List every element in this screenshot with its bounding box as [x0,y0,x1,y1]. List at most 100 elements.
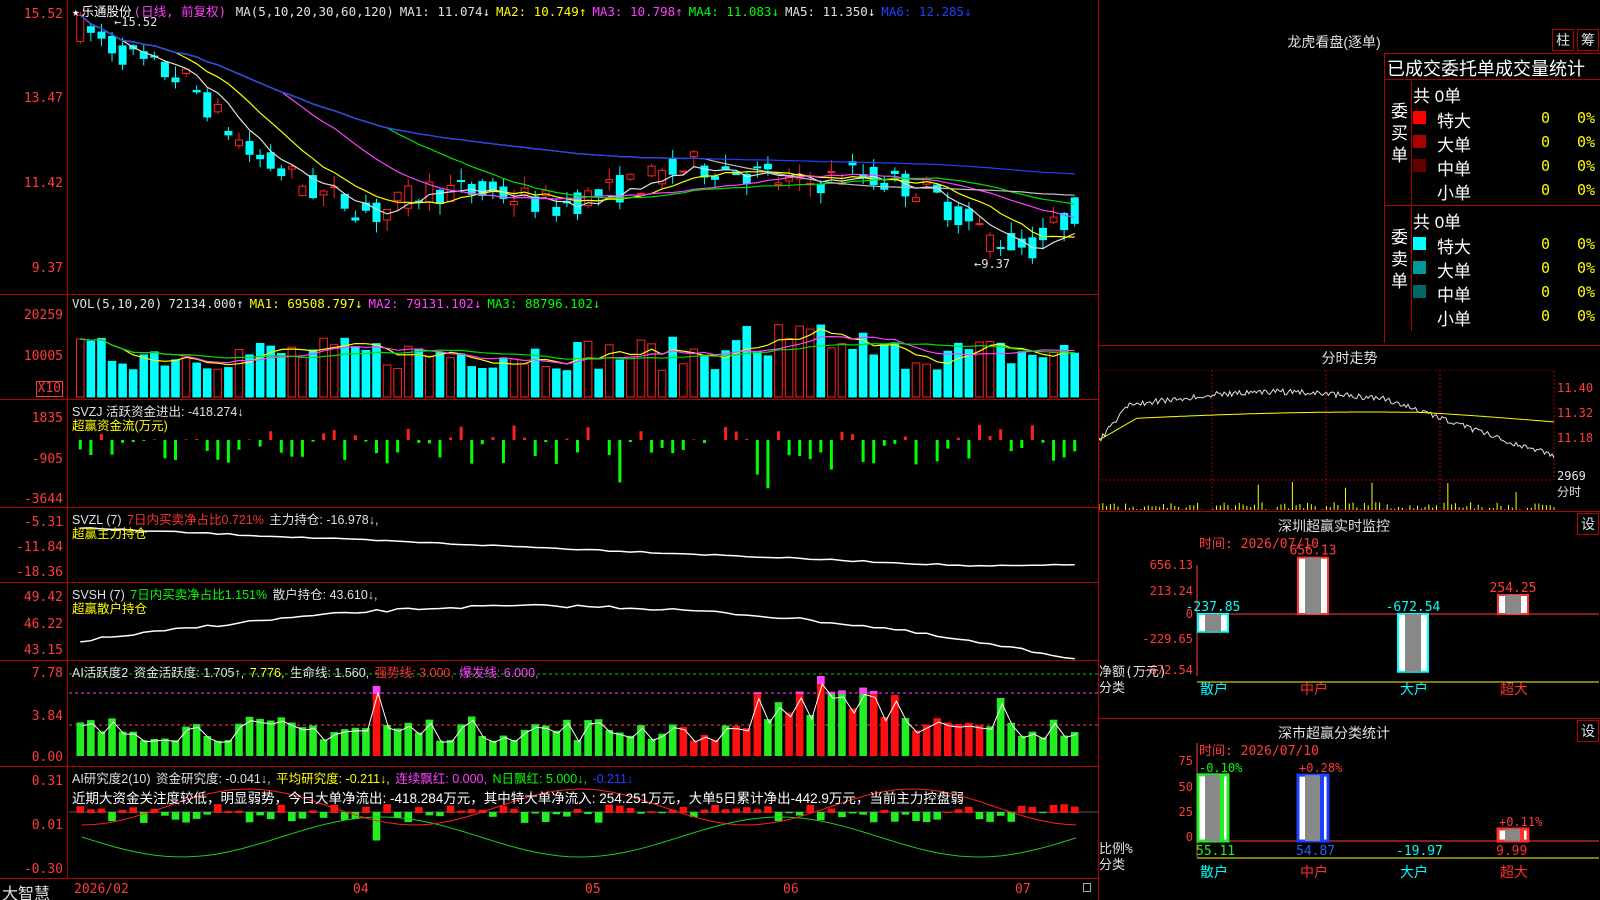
monitor-value: 254.25 [1490,581,1537,596]
candle-body [943,201,952,221]
activity-bar [171,740,180,756]
volume-bar [890,342,900,398]
research-bar [192,812,201,819]
activity-bar [383,724,391,756]
svsh-ratio: 7日内买卖净占比1.151% [130,588,268,602]
research-bar [1049,804,1058,813]
monitor-settings-button[interactable]: 设 [1577,513,1599,535]
price-tick: 9.37 [31,261,63,276]
ai1-legend: AI活跃度2 资金活跃度: 1.705↑, 7.776, 生命线: 1.560,… [72,662,541,681]
order-total: 共 0单 [1413,87,1462,106]
order-volume: 0 [1541,259,1551,277]
volume-bar [97,337,106,398]
candle-body [213,103,222,113]
volume-bar [192,362,201,398]
research-bar [531,812,539,814]
candle-body [383,208,392,221]
activity-bar [986,726,994,756]
volume-bar [657,369,667,398]
activity-bar [742,728,751,756]
candle-body [689,151,698,158]
research-bar [541,812,550,823]
research-bar [298,812,307,819]
volume-bar [837,343,847,398]
ai2-red: 连续飘红: 0.000, [395,772,487,786]
candle-body [256,154,265,160]
period-label[interactable]: (日线, 前复权) [134,4,227,19]
research-bar [182,812,190,823]
ai1-burst: 爆发线: 6.000, [459,666,539,680]
ma-legend-item: MA(5,10,20,30,60,120) [235,4,394,19]
research-bar [933,812,941,820]
volume-bar [361,349,371,398]
activity-bar [594,719,603,756]
activity-bar [711,740,719,756]
ai2-tick: 0.01 [31,818,63,833]
activity-peak [838,690,846,694]
star-icon[interactable]: ★ [72,4,80,19]
activity-bar [732,725,740,756]
volume-bar [107,360,117,398]
candle-body [277,168,286,177]
vol-tick: 10005 [23,349,63,364]
research-bar [362,806,370,813]
svzl-main: 主力持仓: -16.978↓, [269,513,379,527]
research-bar [986,812,994,822]
research-bar [118,809,127,813]
activity-bar [806,714,815,756]
ma-legend-item: MA4: 11.083↓ [688,4,779,19]
volume-bar [160,365,170,398]
volume-bar [911,362,921,398]
order-type: 中单 [1437,286,1471,305]
candle-body [108,35,117,54]
ai1-tick: 3.84 [31,709,63,724]
volume-bar [319,337,328,398]
candle-body [319,190,328,196]
volume-bar [372,343,381,398]
classify-value: 54.87 [1296,844,1335,859]
classify-tick: 25 [1179,805,1193,819]
candle-body [605,179,614,183]
research-bar [795,812,804,816]
volume-bar [827,347,836,398]
research-bar [637,812,645,814]
bar-mode-button[interactable]: 柱 [1552,29,1574,51]
chip-mode-button[interactable]: 筹 [1577,29,1599,51]
research-bar [785,812,793,814]
vol-unit: X10 [35,381,63,397]
candle-body [1049,216,1058,223]
order-percent: 0% [1577,181,1596,199]
volume-bar [234,349,244,398]
volume-bar [118,363,127,398]
low-label: ←9.37 [974,257,1010,271]
research-bar [161,812,169,816]
volume-bar [858,332,868,398]
activity-bar [446,739,455,756]
candle-body [224,130,233,136]
retail-holding-line [80,603,1075,660]
svsh-retail: 散户持仓: 43.610↓, [272,588,378,602]
volume-bar [763,355,773,398]
classify-settings-button[interactable]: 设 [1577,720,1599,742]
price-plot[interactable]: ←15.52 ←9.37 [69,0,1098,294]
activity-bar [118,731,127,756]
candle-body [287,166,296,170]
intraday-title: 分时走势 [1321,350,1378,366]
price-tick: 13.47 [23,91,63,106]
order-type: 小单 [1437,310,1471,329]
lock-icon[interactable] [1083,883,1091,892]
research-bar [203,812,212,815]
classify-bar [1196,773,1230,843]
research-bar [467,809,476,813]
intraday-tick: 11.32 [1557,406,1593,420]
ai1-tick: 0.00 [31,750,63,765]
intraday-chart[interactable]: 11.40 11.32 11.18 2969 分时 [1099,370,1600,510]
vol-legend-item: MA1: 69508.797↓ [249,296,363,311]
order-percent: 0% [1577,307,1596,325]
candle-body [1070,197,1079,224]
candle-body [711,176,720,180]
volume-bar [552,368,561,398]
volume-bar [382,364,392,398]
research-bar [658,812,666,814]
order-volume: 0 [1541,109,1551,127]
